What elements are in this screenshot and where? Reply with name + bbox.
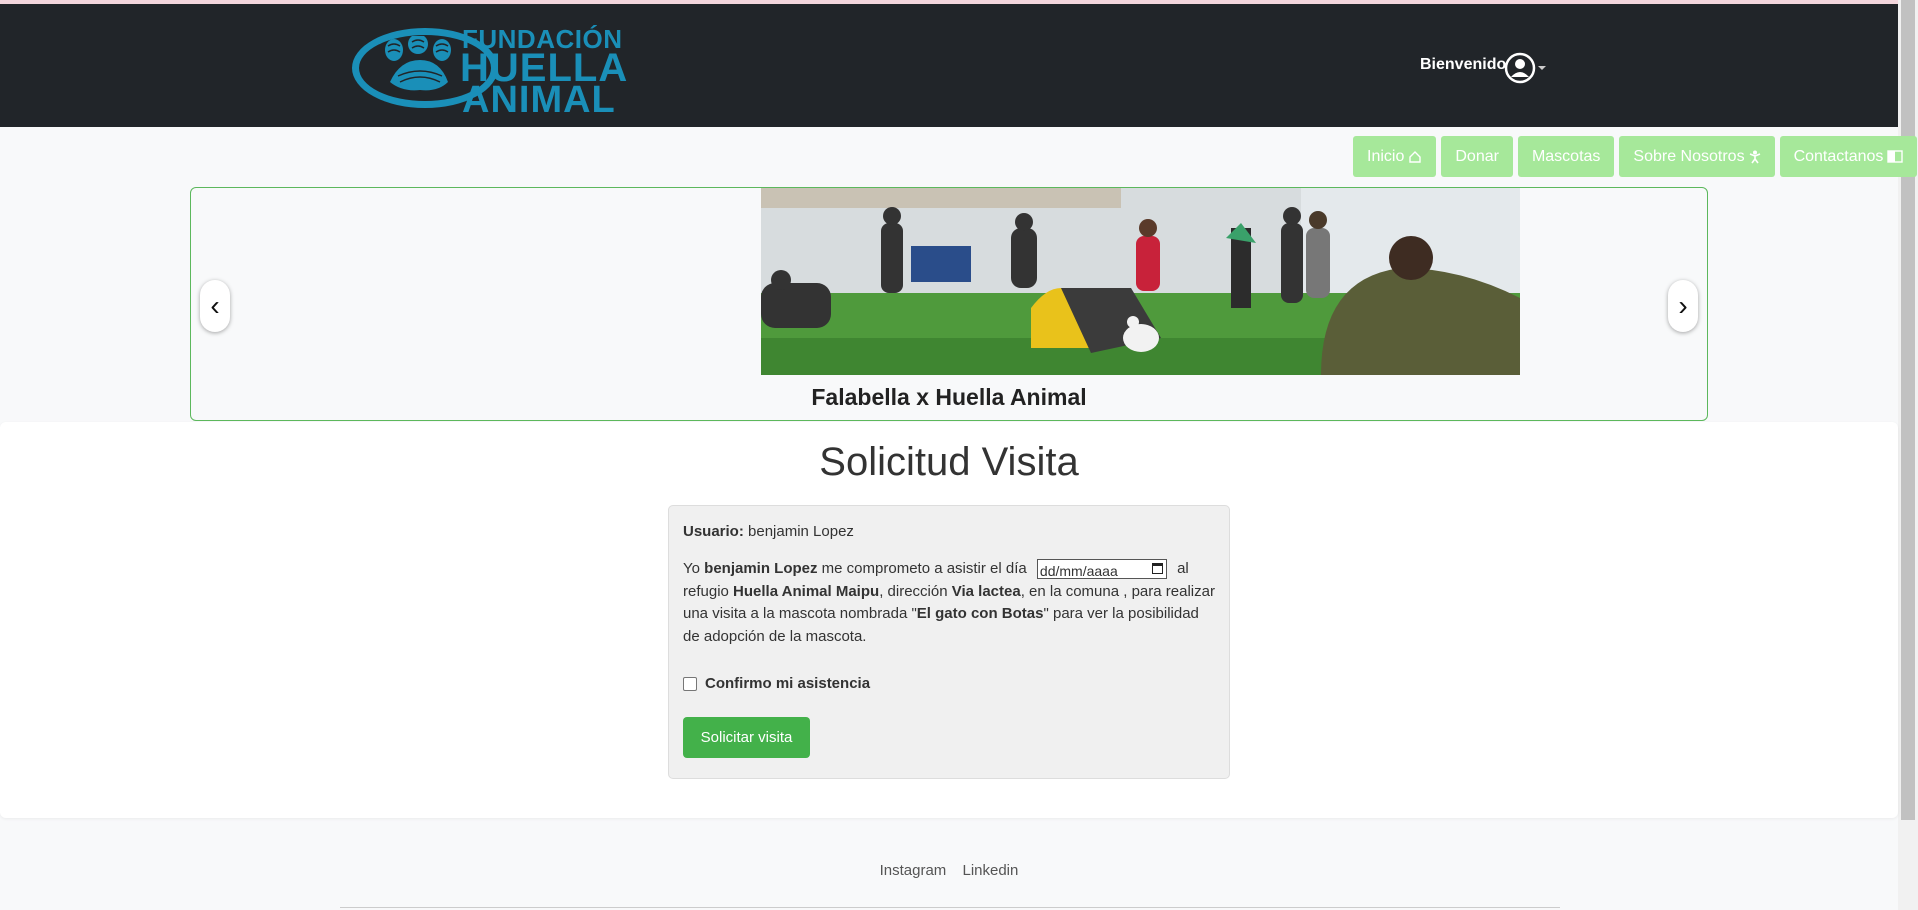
visit-form: Usuario: benjamin Lopez Yo benjamin Lope… xyxy=(668,505,1230,779)
mascota-name: El gato con Botas xyxy=(916,605,1044,622)
footer-link-instagram[interactable]: Instagram xyxy=(880,862,947,879)
main-nav: Inicio Donar Mascotas Sobre Nosotros Con… xyxy=(1353,136,1918,178)
logo-text-line3: ANIMAL xyxy=(462,79,616,121)
text-segment: Yo xyxy=(683,560,700,577)
calendar-icon[interactable] xyxy=(1151,563,1163,575)
nav-contactanos-button[interactable]: Contactanos xyxy=(1779,136,1918,177)
scrollbar-thumb[interactable] xyxy=(1901,0,1915,820)
text-segment: , dirección xyxy=(879,582,948,600)
nav-sobre-nosotros-label: Sobre Nosotros xyxy=(1633,147,1745,165)
text-segment: me comprometo a asistir el día xyxy=(821,560,1027,577)
footer-link-linkedin[interactable]: Linkedin xyxy=(962,862,1018,879)
page-title: Solicitud Visita xyxy=(819,440,1079,484)
site-header: FUNDACIÓN HUELLA ANIMAL Bienvenido xyxy=(0,4,1898,127)
carousel-caption: Falabella x Huella Animal xyxy=(811,384,1087,410)
nav-donar-button[interactable]: Donar xyxy=(1441,136,1513,177)
logo[interactable]: FUNDACIÓN HUELLA ANIMAL xyxy=(350,22,627,120)
footer-divider xyxy=(340,907,1560,908)
user-row: Usuario: benjamin Lopez xyxy=(683,523,854,540)
nav-inicio-label: Inicio xyxy=(1367,147,1405,165)
date-placeholder: dd/mm/aaaa xyxy=(1039,563,1118,580)
direccion-value: Via lactea xyxy=(951,582,1021,600)
paw-icon xyxy=(385,36,451,91)
submit-visit-button[interactable]: Solicitar visita xyxy=(683,717,810,758)
nav-contactanos-label: Contactanos xyxy=(1793,147,1884,165)
event-photo xyxy=(761,188,1520,375)
footer: Instagram Linkedin xyxy=(0,862,1898,879)
date-input[interactable]: dd/mm/aaaa xyxy=(1036,559,1167,580)
chevron-left-icon: ‹ xyxy=(210,290,220,321)
home-icon xyxy=(1409,150,1422,163)
user-circle-icon[interactable] xyxy=(1504,52,1536,84)
chevron-down-icon[interactable] xyxy=(1538,66,1546,70)
chevron-right-icon: › xyxy=(1678,290,1688,321)
nav-sobre-nosotros-button[interactable]: Sobre Nosotros xyxy=(1619,136,1775,177)
person-icon xyxy=(1749,150,1760,163)
carousel-image xyxy=(761,188,1520,375)
carousel-prev-button[interactable]: ‹ xyxy=(200,280,230,332)
commitment-text: Yo benjamin Lopez me comprometo a asisti… xyxy=(683,558,1215,648)
nav-mascotas-button[interactable]: Mascotas xyxy=(1517,136,1615,177)
confirm-checkbox[interactable] xyxy=(683,677,697,691)
carousel-next-button[interactable]: › xyxy=(1668,280,1698,332)
user-value: benjamin Lopez xyxy=(748,523,854,540)
user-label: Usuario: xyxy=(683,523,744,540)
nav-inicio-button[interactable]: Inicio xyxy=(1353,136,1437,177)
user-name: benjamin Lopez xyxy=(704,560,818,577)
book-icon xyxy=(1887,150,1904,163)
nav-donar-label: Donar xyxy=(1455,147,1499,165)
nav-mascotas-label: Mascotas xyxy=(1531,147,1601,165)
refugio-name: Huella Animal Maipu xyxy=(733,582,880,600)
carousel: Falabella x Huella Animal ‹ › xyxy=(190,187,1708,421)
confirm-label[interactable]: Confirmo mi asistencia xyxy=(705,675,870,692)
welcome-text: Bienvenido xyxy=(1420,56,1507,73)
